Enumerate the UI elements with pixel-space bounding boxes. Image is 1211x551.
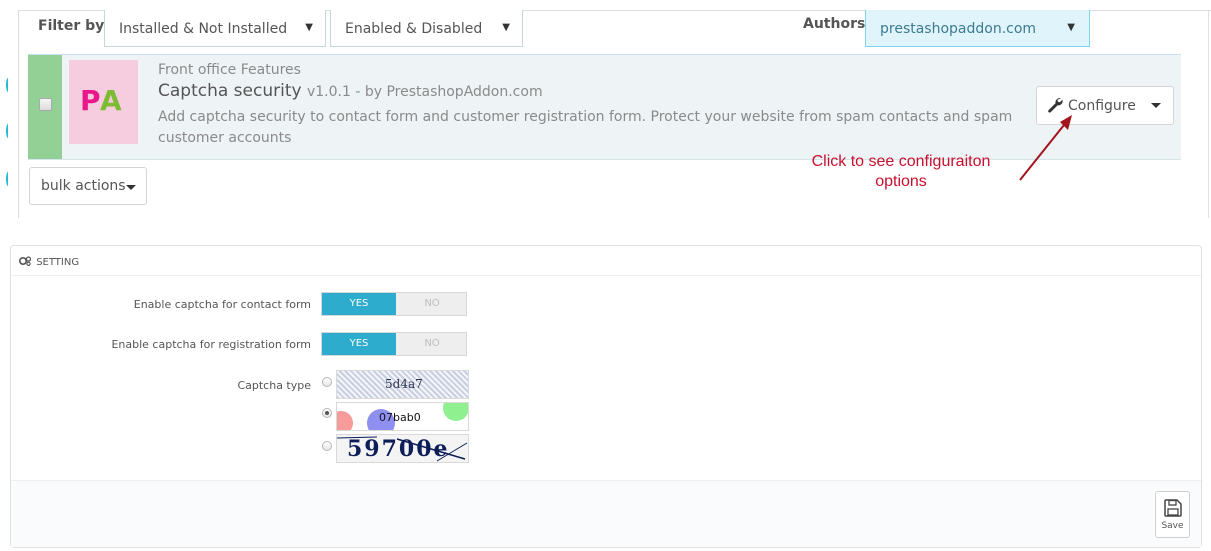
authors-filter-value: prestashopaddon.com xyxy=(880,21,1037,37)
module-version: v1.0.1 - by PrestashopAddon.com xyxy=(306,84,543,100)
module-logo: PA xyxy=(69,60,138,144)
bulk-actions-label: bulk actions xyxy=(41,178,126,194)
captcha-sample-2-text: 07bab0 xyxy=(379,411,421,424)
annotation-arrow-icon xyxy=(1019,115,1072,181)
registration-yes-option[interactable]: YES xyxy=(322,333,396,355)
settings-heading: SETTING xyxy=(11,246,1201,276)
settings-panel: SETTING Enable captcha for contact form … xyxy=(10,245,1202,548)
edge-indicator xyxy=(6,172,10,186)
logo-letter-a: A xyxy=(99,84,124,117)
installed-filter-value: Installed & Not Installed xyxy=(119,21,288,37)
edge-indicator xyxy=(6,124,10,138)
authors-filter-select[interactable]: prestashopaddon.com ▼ xyxy=(865,10,1090,47)
captcha-type-label: Captcha type xyxy=(237,379,311,392)
enabled-filter-select[interactable]: Enabled & Disabled ▼ xyxy=(330,10,523,47)
logo-letter-p: P xyxy=(80,84,100,117)
caret-down-icon: ▼ xyxy=(1067,22,1075,33)
contact-no-option[interactable]: NO xyxy=(396,293,468,315)
caret-down-icon: ▼ xyxy=(305,22,313,33)
bulk-actions-button[interactable]: bulk actions xyxy=(29,167,147,205)
captcha-type-radio-2[interactable] xyxy=(322,408,332,418)
save-disk-icon xyxy=(1164,499,1182,517)
registration-no-option[interactable]: NO xyxy=(396,333,468,355)
annotation-text: Click to see configuraiton options xyxy=(776,152,1026,192)
captcha-sample-1-text: 5d4a7 xyxy=(385,377,423,391)
registration-form-label: Enable captcha for registration form xyxy=(111,338,311,351)
authors-label: Authors xyxy=(803,16,866,32)
captcha-noise-circle xyxy=(337,411,353,430)
edge-indicator xyxy=(6,78,10,92)
captcha-sample-1: 5d4a7 xyxy=(336,370,469,399)
caret-down-icon: ▼ xyxy=(502,22,510,33)
captcha-type-radio-1[interactable] xyxy=(322,377,332,387)
settings-heading-text: SETTING xyxy=(36,257,80,268)
captcha-noise-circle xyxy=(443,403,468,421)
dropdown-caret-icon xyxy=(126,185,136,190)
captcha-sample-3: 59700e xyxy=(336,434,469,463)
cogs-icon xyxy=(19,256,31,266)
module-title-line: Captcha security v1.0.1 - by PrestashopA… xyxy=(158,81,543,101)
module-list-panel: Filter by Installed & Not Installed ▼ En… xyxy=(0,0,1211,218)
installed-filter-select[interactable]: Installed & Not Installed ▼ xyxy=(104,10,326,47)
filter-by-label: Filter by xyxy=(38,18,105,34)
module-title: Captcha security xyxy=(158,81,302,101)
registration-captcha-switch[interactable]: YES NO xyxy=(321,332,467,356)
captcha-noise-lines xyxy=(337,436,468,462)
panel-border-right xyxy=(1208,10,1209,218)
captcha-sample-2: 07bab0 xyxy=(336,402,469,431)
annotation-line-2: options xyxy=(875,173,927,190)
module-row: PA Front office Features Captcha securit… xyxy=(28,54,1181,160)
save-button[interactable]: Save xyxy=(1155,491,1190,538)
contact-form-label: Enable captcha for contact form xyxy=(133,298,311,311)
panel-border-left xyxy=(18,10,19,218)
annotation-line-1: Click to see configuraiton xyxy=(811,153,991,170)
captcha-type-radio-3[interactable] xyxy=(322,441,332,451)
contact-yes-option[interactable]: YES xyxy=(322,293,396,315)
enabled-filter-value: Enabled & Disabled xyxy=(345,21,483,37)
save-label: Save xyxy=(1161,521,1184,531)
dropdown-caret-icon[interactable] xyxy=(1151,103,1161,108)
module-status-bar xyxy=(28,55,62,159)
settings-footer: Save xyxy=(11,480,1201,547)
contact-captcha-switch[interactable]: YES NO xyxy=(321,292,467,316)
module-category: Front office Features xyxy=(158,62,301,78)
module-select-checkbox[interactable] xyxy=(39,98,52,111)
module-description: Add captcha security to contact form and… xyxy=(158,109,1013,146)
